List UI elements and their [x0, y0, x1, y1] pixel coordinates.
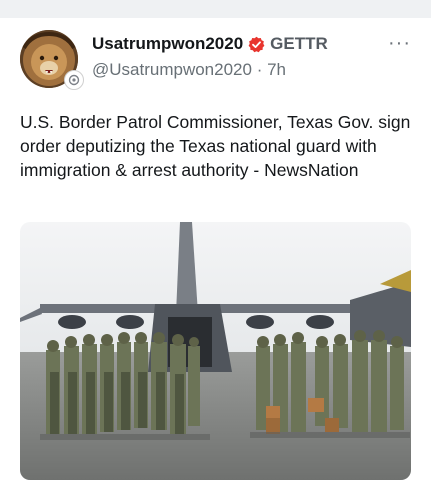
author-display-name[interactable]: Usatrumpwon2020 — [92, 34, 243, 54]
post-card: Usatrumpwon2020 GETTR @Usatrumpwon2020 ·… — [0, 18, 431, 500]
author-handle[interactable]: @Usatrumpwon2020 — [92, 60, 252, 79]
verified-badge-icon — [248, 36, 265, 53]
post-time[interactable]: 7h — [267, 60, 286, 79]
top-divider-bar — [0, 0, 431, 18]
platform-tag: GETTR — [270, 34, 328, 53]
post-text: U.S. Border Patrol Commissioner, Texas G… — [20, 112, 411, 180]
soldiers-aircraft-photo — [20, 222, 411, 480]
meta-separator: · — [256, 60, 263, 79]
more-options-icon[interactable]: ··· — [388, 32, 411, 55]
author-handle-row: @Usatrumpwon2020 · 7h — [92, 60, 286, 80]
post-image[interactable] — [20, 222, 411, 480]
avatar-status-icon — [64, 70, 84, 90]
author-name-row: Usatrumpwon2020 GETTR — [92, 34, 328, 54]
